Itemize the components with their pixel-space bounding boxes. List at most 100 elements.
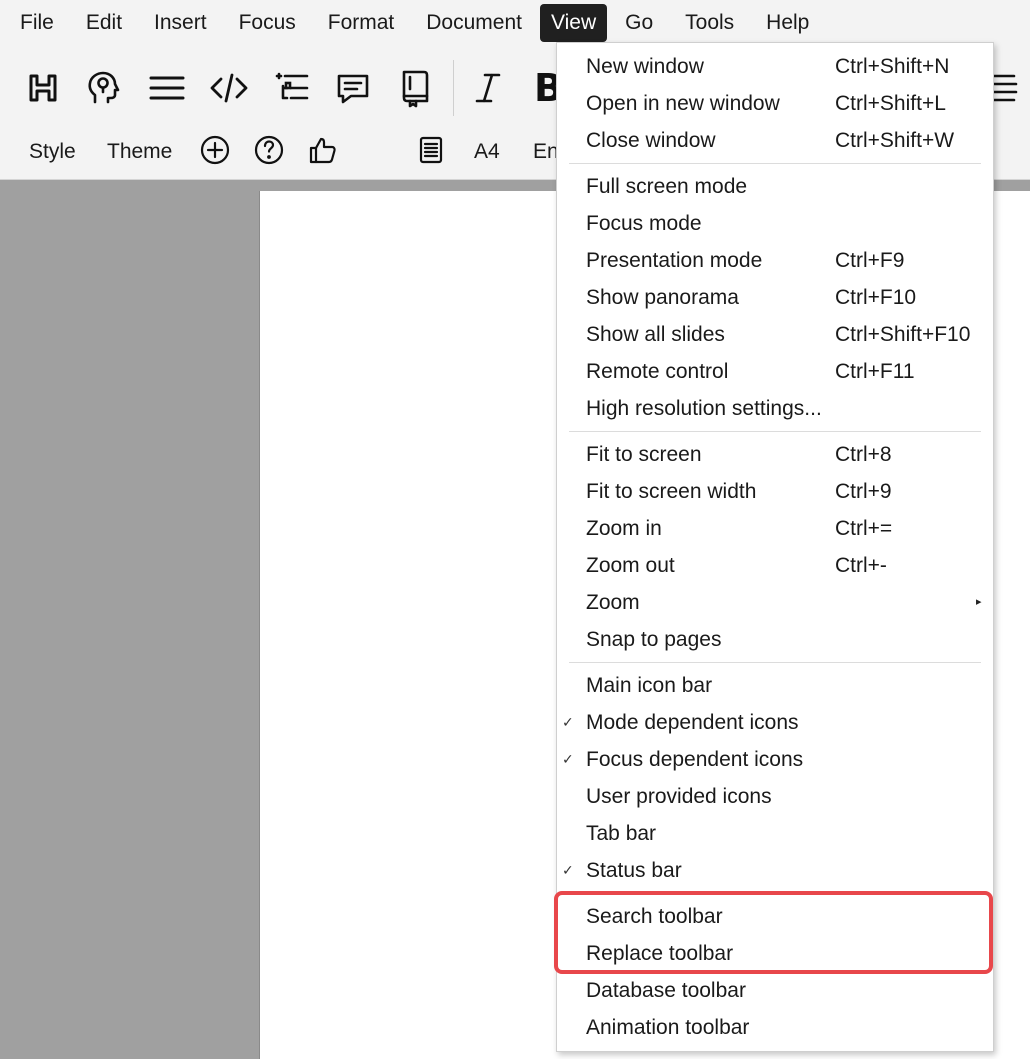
menu-item-high-resolution-settings[interactable]: High resolution settings... xyxy=(557,390,993,427)
toolbar-separator xyxy=(453,60,454,116)
menu-item-label: Zoom xyxy=(586,591,640,614)
menu-item-shortcut: Ctrl+Shift+F10 xyxy=(835,323,971,346)
menu-item-shortcut: Ctrl+9 xyxy=(835,480,892,503)
paragraph-icon[interactable] xyxy=(145,66,189,110)
paper-size-button[interactable]: A4 xyxy=(474,137,500,167)
menu-item-full-screen-mode[interactable]: Full screen mode xyxy=(557,168,993,205)
heading-icon[interactable] xyxy=(21,66,65,110)
menu-separator xyxy=(569,431,981,432)
menu-item-label: Status bar xyxy=(586,859,682,882)
menu-item-label: Presentation mode xyxy=(586,249,763,272)
menu-item-zoom[interactable]: Zoom ▸ xyxy=(557,584,993,621)
menu-item-label: Show panorama xyxy=(586,286,739,309)
menu-item-label: Tab bar xyxy=(586,822,657,845)
italic-icon[interactable] xyxy=(466,66,510,110)
menu-item-label: Zoom out xyxy=(586,554,675,577)
submenu-arrow-icon: ▸ xyxy=(976,596,982,608)
menu-bar: File Edit Insert Focus Format Document V… xyxy=(0,0,1030,46)
menu-item-presentation-mode[interactable]: Presentation mode Ctrl+F9 xyxy=(557,242,993,279)
menu-item-focus-dependent-icons[interactable]: ✓ Focus dependent icons xyxy=(557,741,993,778)
menu-tools[interactable]: Tools xyxy=(669,4,750,42)
menu-item-zoom-out[interactable]: Zoom out Ctrl+- xyxy=(557,547,993,584)
view-menu-dropdown: New window Ctrl+Shift+N Open in new wind… xyxy=(556,42,994,1052)
menu-item-remote-control[interactable]: Remote control Ctrl+F11 xyxy=(557,353,993,390)
menu-item-label: Open in new window xyxy=(586,92,780,115)
menu-item-shortcut: Ctrl+- xyxy=(835,554,887,577)
document-icon[interactable] xyxy=(414,133,448,167)
menu-item-label: Main icon bar xyxy=(586,674,713,697)
menu-item-main-icon-bar[interactable]: Main icon bar xyxy=(557,667,993,704)
menu-item-label: New window xyxy=(586,55,704,78)
menu-item-show-panorama[interactable]: Show panorama Ctrl+F10 xyxy=(557,279,993,316)
menu-separator xyxy=(569,662,981,663)
menu-item-show-all-slides[interactable]: Show all slides Ctrl+Shift+F10 xyxy=(557,316,993,353)
help-circle-icon[interactable] xyxy=(252,133,286,167)
menu-item-shortcut: Ctrl+F10 xyxy=(835,286,917,309)
menu-item-shortcut: Ctrl+F11 xyxy=(835,360,915,383)
menu-item-mode-dependent-icons[interactable]: ✓ Mode dependent icons xyxy=(557,704,993,741)
menu-help[interactable]: Help xyxy=(750,4,825,42)
menu-item-search-toolbar[interactable]: Search toolbar xyxy=(557,898,993,935)
menu-file[interactable]: File xyxy=(0,4,70,42)
menu-separator xyxy=(569,893,981,894)
menu-item-label: Show all slides xyxy=(586,323,725,346)
menu-item-shortcut: Ctrl+Shift+W xyxy=(835,129,955,152)
menu-item-shortcut: Ctrl+F9 xyxy=(835,249,905,272)
menu-view[interactable]: View xyxy=(539,4,608,42)
check-icon: ✓ xyxy=(562,714,574,730)
menu-item-zoom-in[interactable]: Zoom in Ctrl+= xyxy=(557,510,993,547)
menu-item-snap-to-pages[interactable]: Snap to pages xyxy=(557,621,993,658)
menu-document[interactable]: Document xyxy=(410,4,538,42)
menu-item-database-toolbar[interactable]: Database toolbar xyxy=(557,972,993,1009)
menu-item-label: Focus mode xyxy=(586,212,702,235)
menu-item-replace-toolbar[interactable]: Replace toolbar xyxy=(557,935,993,972)
check-icon: ✓ xyxy=(562,751,574,767)
menu-item-open-in-new-window[interactable]: Open in new window Ctrl+Shift+L xyxy=(557,85,993,122)
menu-item-tab-bar[interactable]: Tab bar xyxy=(557,815,993,852)
menu-item-new-window[interactable]: New window Ctrl+Shift+N xyxy=(557,48,993,85)
notebook-icon[interactable] xyxy=(393,66,437,110)
menu-item-label: Animation toolbar xyxy=(586,1016,750,1039)
menu-item-label: Fit to screen xyxy=(586,443,702,466)
menu-item-status-bar[interactable]: ✓ Status bar xyxy=(557,852,993,889)
menu-item-label: Focus dependent icons xyxy=(586,748,804,771)
plus-circle-icon[interactable] xyxy=(198,133,232,167)
menu-format[interactable]: Format xyxy=(312,4,411,42)
menu-item-user-provided-icons[interactable]: User provided icons xyxy=(557,778,993,815)
comment-icon[interactable] xyxy=(331,66,375,110)
menu-insert[interactable]: Insert xyxy=(138,4,223,42)
menu-item-label: Snap to pages xyxy=(586,628,722,651)
code-icon[interactable] xyxy=(207,66,251,110)
menu-item-shortcut: Ctrl+= xyxy=(835,517,893,540)
menu-focus[interactable]: Focus xyxy=(223,4,312,42)
menu-go[interactable]: Go xyxy=(609,4,669,42)
menu-item-shortcut: Ctrl+8 xyxy=(835,443,892,466)
menu-item-label: User provided icons xyxy=(586,785,772,808)
menu-item-close-window[interactable]: Close window Ctrl+Shift+W xyxy=(557,122,993,159)
menu-item-label: Fit to screen width xyxy=(586,480,757,503)
menu-item-animation-toolbar[interactable]: Animation toolbar xyxy=(557,1009,993,1046)
menu-item-label: Close window xyxy=(586,129,716,152)
menu-edit[interactable]: Edit xyxy=(70,4,138,42)
outline-icon[interactable] xyxy=(269,66,313,110)
check-icon: ✓ xyxy=(562,862,574,878)
menu-item-focus-mode[interactable]: Focus mode xyxy=(557,205,993,242)
theme-button[interactable]: Theme xyxy=(107,137,172,167)
menu-item-label: High resolution settings... xyxy=(586,397,822,420)
menu-separator xyxy=(569,163,981,164)
mind-icon[interactable] xyxy=(82,66,126,110)
menu-item-label: Mode dependent icons xyxy=(586,711,799,734)
menu-item-fit-to-screen-width[interactable]: Fit to screen width Ctrl+9 xyxy=(557,473,993,510)
style-button[interactable]: Style xyxy=(29,137,76,167)
menu-item-label: Search toolbar xyxy=(586,905,723,928)
menu-item-fit-to-screen[interactable]: Fit to screen Ctrl+8 xyxy=(557,436,993,473)
menu-item-label: Database toolbar xyxy=(586,979,746,1002)
language-button[interactable]: En xyxy=(533,137,559,167)
menu-item-shortcut: Ctrl+Shift+L xyxy=(835,92,946,115)
menu-item-label: Remote control xyxy=(586,360,729,383)
menu-item-label: Full screen mode xyxy=(586,175,748,198)
menu-item-shortcut: Ctrl+Shift+N xyxy=(835,55,950,78)
thumbs-up-icon[interactable] xyxy=(306,133,340,167)
menu-item-label: Replace toolbar xyxy=(586,942,734,965)
menu-item-label: Zoom in xyxy=(586,517,662,540)
